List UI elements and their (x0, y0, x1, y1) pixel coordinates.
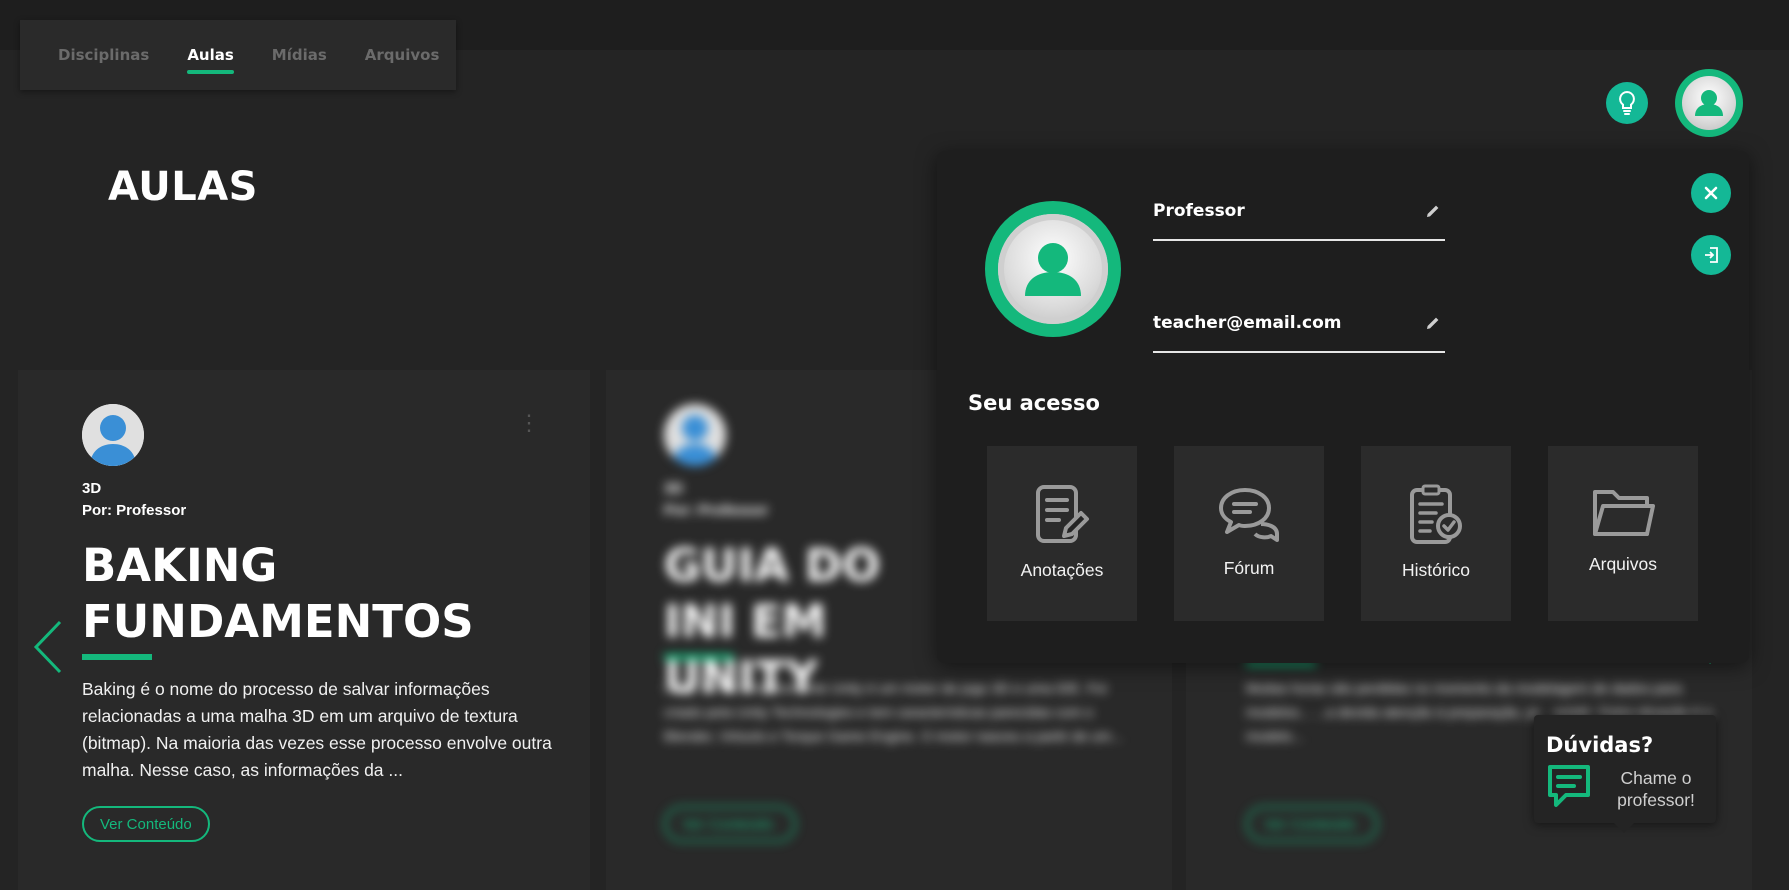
help-title: Dúvidas? (1546, 733, 1654, 757)
logout-button[interactable] (1691, 235, 1731, 275)
title-underline (82, 654, 152, 660)
folder-icon (1593, 490, 1655, 536)
tile-label: Fórum (1223, 558, 1275, 578)
card-category: 3D (664, 480, 684, 497)
edit-email-button[interactable] (1425, 315, 1441, 336)
pencil-icon (1427, 317, 1439, 329)
card-author: Por: Professor (664, 502, 769, 519)
profile-avatar (985, 201, 1121, 337)
avatar (1682, 76, 1736, 130)
history-icon (1410, 484, 1462, 544)
email-field[interactable]: teacher@email.com (1153, 309, 1445, 353)
tab-aulas[interactable]: Aulas (187, 46, 235, 74)
card-title: BAKING FUNDAMENTOS (82, 539, 474, 648)
close-icon (1704, 186, 1718, 200)
chat-icon (1548, 765, 1590, 807)
pencil-icon (1427, 205, 1439, 217)
profile-name: Professor (1153, 201, 1245, 221)
profile-panel: Professor teacher@email.com Seu acesso A… (937, 151, 1749, 663)
lesson-card: ⋮ 3D Por: Professor BAKING FUNDAMENTOS B… (18, 370, 590, 890)
tile-label: Histórico (1401, 560, 1471, 580)
user-icon (1025, 243, 1081, 296)
help-widget[interactable]: Dúvidas? Chame o professor! (1534, 715, 1716, 833)
tile-label: Anotações (1020, 560, 1104, 580)
access-title: Seu acesso (968, 391, 1100, 415)
logout-icon (1705, 247, 1718, 263)
title-underline (664, 654, 734, 660)
profile-email: teacher@email.com (1153, 313, 1342, 333)
author-avatar (664, 404, 726, 466)
tab-midias[interactable]: Mídias (272, 46, 327, 64)
view-content-button[interactable]: Ver Conteúdo (1246, 806, 1378, 842)
card-description: Unity 3D ou simplesmente Unity é um moto… (664, 680, 1123, 744)
avatar (998, 214, 1108, 324)
tile-forum[interactable]: Fórum (1174, 446, 1324, 621)
chevron-left-icon (33, 620, 62, 674)
tile-history[interactable]: Histórico (1361, 446, 1511, 621)
notes-icon (1036, 485, 1089, 543)
close-button[interactable] (1691, 173, 1731, 213)
author-avatar (82, 404, 144, 466)
edit-name-button[interactable] (1425, 203, 1441, 224)
nav-tabs: Disciplinas Aulas Mídias Arquivos (20, 20, 456, 90)
help-text: Chame o professor! (1617, 768, 1695, 810)
tile-notes[interactable]: Anotações (987, 446, 1137, 621)
tab-arquivos[interactable]: Arquivos (365, 46, 440, 64)
lightbulb-button[interactable] (1606, 82, 1648, 124)
view-content-button[interactable]: Ver Conteúdo (664, 806, 796, 842)
page-title: AULAS (108, 164, 258, 210)
user-icon (1695, 90, 1723, 116)
tile-files[interactable]: Arquivos (1548, 446, 1698, 621)
name-field[interactable]: Professor (1153, 197, 1445, 241)
view-content-button[interactable]: Ver Conteúdo (82, 806, 210, 842)
tab-disciplinas[interactable]: Disciplinas (58, 46, 149, 64)
user-icon (82, 404, 144, 466)
card-author: Por: Professor (82, 502, 187, 519)
user-avatar-button[interactable] (1675, 69, 1743, 137)
carousel-prev-button[interactable] (30, 618, 64, 681)
card-description: Baking é o nome do processo de salvar in… (82, 679, 552, 780)
lightbulb-icon (1619, 90, 1635, 115)
card-category: 3D (82, 480, 102, 497)
more-options-icon[interactable]: ⋮ (518, 412, 540, 434)
user-icon (664, 404, 726, 466)
tile-label: Arquivos (1588, 554, 1658, 574)
forum-icon (1219, 488, 1279, 542)
